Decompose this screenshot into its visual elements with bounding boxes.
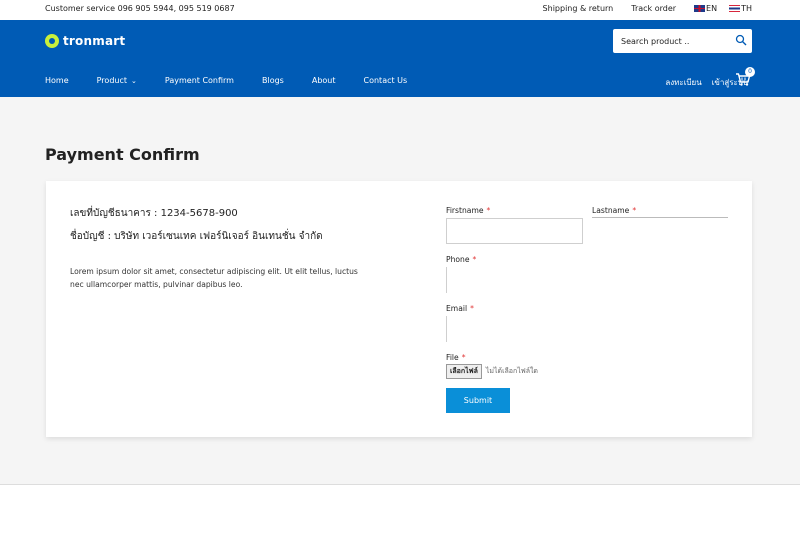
nav-payment-label: Payment Confirm	[164, 76, 234, 85]
shipping-return-link[interactable]: Shipping & return	[543, 4, 614, 13]
phone-label-text: Phone	[446, 255, 470, 264]
search-input[interactable]	[613, 29, 733, 53]
nav-product-label: Product	[96, 76, 127, 85]
nav-about[interactable]: About	[312, 76, 336, 85]
language-en[interactable]: EN	[694, 4, 717, 13]
chevron-down-icon: ⌄	[131, 76, 137, 85]
search-icon[interactable]	[735, 34, 747, 46]
nav-contact[interactable]: Contact Us	[364, 76, 408, 85]
nav-contact-label: Contact Us	[363, 76, 408, 85]
firstname-field	[446, 218, 583, 244]
thai-flag-icon	[729, 5, 741, 12]
search-box	[613, 29, 752, 53]
top-utility-bar: Customer service 096 905 5944, 095 519 0…	[0, 0, 800, 20]
required-mark: *	[461, 353, 466, 362]
nav-blogs[interactable]: Blogs	[262, 76, 284, 85]
cart-count-badge: 0	[745, 67, 755, 77]
utility-links: Shipping & return Track order EN TH	[525, 4, 752, 13]
file-label-text: File	[446, 353, 459, 362]
nav-blogs-label: Blogs	[261, 76, 284, 85]
site-logo[interactable]: tronmart	[45, 34, 125, 48]
firstname-label-text: Firstname	[446, 206, 484, 215]
lastname-input[interactable]	[592, 217, 728, 218]
required-mark: *	[470, 304, 474, 313]
logo-mark-icon	[45, 34, 59, 48]
customer-service-text: Customer service 096 905 5944, 095 519 0…	[45, 4, 235, 13]
nav-home-label: Home	[45, 76, 69, 85]
language-th-label: TH	[741, 4, 752, 13]
nav-payment-confirm[interactable]: Payment Confirm	[165, 76, 234, 85]
phone-label: Phone *	[446, 255, 476, 264]
choose-file-button[interactable]: เลือกไฟล์	[446, 364, 482, 379]
site-header: tronmart Home Product ⌄ Payment Confirm B…	[0, 20, 800, 97]
lastname-label: Lastname *	[592, 206, 636, 215]
firstname-input[interactable]	[447, 219, 582, 244]
bank-account-name: ชื่อบัญชี : บริษัท เวอร์เซนเทค เฟอร์นิเจ…	[70, 231, 323, 242]
nav-about-label: About	[311, 76, 336, 85]
page-title: Payment Confirm	[45, 145, 200, 164]
email-input[interactable]	[446, 316, 448, 342]
file-status-text: ไม่ได้เลือกไฟล์ใด	[485, 367, 538, 375]
email-label: Email *	[446, 304, 474, 313]
nav-home[interactable]: Home	[45, 76, 69, 85]
phone-input[interactable]	[446, 267, 448, 293]
main-nav: Home Product ⌄ Payment Confirm Blogs Abou…	[45, 76, 435, 85]
language-en-label: EN	[706, 4, 718, 13]
bank-account-number: เลขที่บัญชีธนาคาร : 1234-5678-900	[70, 208, 238, 219]
required-mark: *	[486, 206, 491, 215]
logo-text: tronmart	[63, 34, 126, 48]
nav-product[interactable]: Product ⌄	[97, 76, 137, 85]
firstname-label: Firstname *	[446, 206, 490, 215]
file-label: File *	[446, 353, 466, 362]
required-mark: *	[472, 255, 477, 264]
payment-card: เลขที่บัญชีธนาคาร : 1234-5678-900 ชื่อบั…	[46, 181, 752, 437]
track-order-link[interactable]: Track order	[631, 4, 676, 13]
file-input: เลือกไฟล์ ไม่ได้เลือกไฟล์ใด	[446, 364, 538, 379]
main-content: Payment Confirm เลขที่บัญชีธนาคาร : 1234…	[0, 97, 800, 485]
email-label-text: Email	[446, 304, 468, 313]
uk-flag-icon	[694, 5, 706, 12]
lastname-label-text: Lastname	[592, 206, 630, 215]
submit-button[interactable]: Submit	[446, 388, 510, 413]
description-text: Lorem ipsum dolor sit amet, consectetur …	[70, 267, 358, 289]
register-link[interactable]: ลงทะเบียน	[665, 76, 701, 89]
language-th[interactable]: TH	[729, 4, 752, 13]
required-mark: *	[632, 206, 637, 215]
